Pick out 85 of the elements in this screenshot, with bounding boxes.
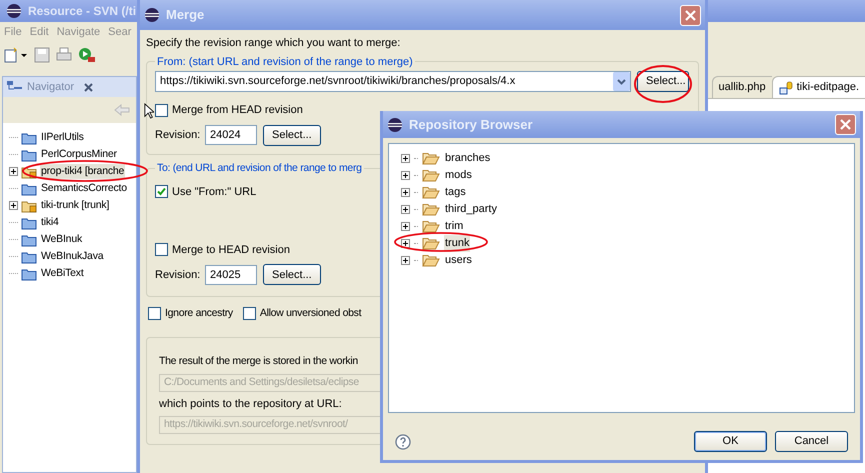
print-icon[interactable] [56, 47, 72, 63]
window-title: Resource - SVN (/ti [28, 3, 136, 20]
folder-icon [21, 250, 37, 264]
folder-icon [21, 130, 37, 144]
tree-item[interactable]: WeBInuk [40, 232, 84, 248]
shared-project-folder-icon [21, 198, 37, 212]
expand-toggle[interactable] [401, 222, 410, 231]
dialog-title: Repository Browser [409, 116, 534, 134]
help-icon[interactable] [395, 434, 411, 450]
folder-icon [21, 182, 37, 196]
select-button[interactable]: Select... [263, 124, 321, 146]
checkbox[interactable] [155, 104, 168, 116]
folder-icon [422, 254, 440, 267]
tree-item[interactable]: mods [444, 167, 473, 184]
folder-icon [21, 148, 37, 162]
checkbox-label: Ignore ancestry [165, 306, 233, 321]
folder-icon [21, 216, 37, 230]
tree-item[interactable]: third_party [444, 201, 498, 218]
tree-item[interactable]: IIPerlUtils [40, 130, 85, 146]
eclipse-logo-icon [387, 116, 403, 132]
close-button[interactable] [680, 4, 701, 26]
expand-toggle[interactable] [401, 188, 410, 197]
close-icon [840, 119, 851, 130]
tree-item[interactable]: prop-tiki4 [branche [40, 164, 126, 180]
tree-item[interactable]: users [444, 252, 473, 269]
tree-item[interactable]: SemanticsCorrecto [40, 180, 128, 196]
checkbox[interactable] [242, 307, 256, 320]
cancel-button[interactable]: Cancel [775, 431, 848, 452]
dropdown-icon[interactable] [613, 72, 630, 91]
expand-toggle[interactable] [9, 201, 18, 210]
editor-tab[interactable]: uallib.php [712, 76, 772, 98]
folder-icon [422, 220, 440, 233]
info-text: which points to the repository at URL: [159, 396, 343, 412]
tree-item[interactable]: WeBiText [40, 266, 85, 282]
select-button[interactable]: Select... [263, 264, 321, 286]
eclipse-logo-icon [144, 7, 160, 23]
expand-toggle[interactable] [9, 167, 18, 176]
folder-icon [422, 203, 440, 216]
checkbox[interactable] [148, 307, 161, 320]
tree-item[interactable]: branches [444, 150, 492, 167]
save-icon[interactable] [34, 47, 50, 63]
expand-toggle[interactable] [401, 154, 410, 163]
run-icon[interactable] [78, 47, 96, 63]
annotation-ellipse [633, 64, 693, 104]
checkbox-label: Merge from HEAD revision [172, 102, 303, 118]
expand-toggle[interactable] [401, 205, 410, 214]
tree-item[interactable]: tiki-trunk [trunk] [40, 198, 110, 214]
pointer-cursor-icon [144, 103, 154, 119]
field-label: Revision: [155, 128, 199, 143]
dialog-title: Merge [166, 6, 206, 24]
new-file-icon[interactable] [4, 47, 28, 63]
field-label: Revision: [155, 268, 199, 282]
revision-field[interactable]: 24025 [205, 264, 257, 285]
tree-item[interactable]: tags [444, 184, 467, 201]
expand-toggle[interactable] [401, 171, 410, 180]
folder-icon [21, 232, 37, 246]
eclipse-logo-icon [6, 3, 22, 19]
checkbox-label: Use "From:" URL [172, 184, 256, 200]
revision-field[interactable]: 24024 [205, 125, 257, 145]
group-title: From: (start URL and revision of the range to merge) [156, 54, 414, 70]
tree-item[interactable]: WeBInukJava [40, 248, 104, 264]
checkbox[interactable] [155, 185, 168, 198]
checkbox-label: Merge to HEAD revision [172, 242, 290, 258]
select-button[interactable]: Select... [637, 71, 689, 92]
checkbox[interactable] [155, 243, 168, 256]
close-icon [685, 10, 696, 20]
close-button[interactable] [835, 114, 856, 135]
editor-tab[interactable]: tiki-editpage. [772, 76, 865, 98]
group-title: To: (end URL and revision of the range to merg [156, 161, 363, 176]
close-icon[interactable] [84, 82, 94, 92]
instruction-text: Specify the revision range which you want to merge: [146, 36, 402, 51]
folder-icon [422, 186, 440, 199]
ok-button[interactable]: OK [694, 431, 767, 452]
folder-icon [422, 237, 440, 250]
checkbox-label: Allow unversioned obst [260, 306, 362, 321]
folder-icon [422, 169, 440, 182]
url-combo[interactable]: https://tikiwiki.svn.sourceforge.net/svnroot/tikiwiki/branches/proposals/4.x [155, 71, 631, 92]
folder-icon [21, 266, 37, 280]
info-text: The result of the merge is stored in the workin [159, 354, 359, 369]
file-icon [778, 80, 793, 94]
tree-item[interactable]: PerlCorpusMiner [40, 146, 118, 162]
tree-item[interactable]: tiki4 [40, 214, 60, 230]
expand-toggle[interactable] [401, 256, 410, 265]
folder-icon [422, 152, 440, 165]
tree-item[interactable]: trim [444, 218, 464, 235]
